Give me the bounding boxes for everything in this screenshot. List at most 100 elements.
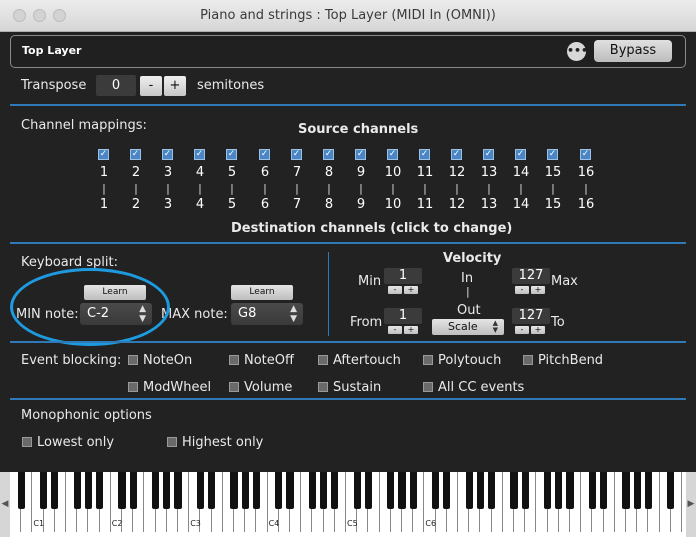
black-key[interactable] xyxy=(409,472,417,509)
black-key[interactable] xyxy=(387,472,395,509)
black-key[interactable] xyxy=(96,472,104,509)
black-key[interactable] xyxy=(40,472,48,509)
channel-checkbox[interactable]: ✓ xyxy=(355,149,366,160)
black-key[interactable] xyxy=(667,472,675,509)
velocity-min-value[interactable]: 1 xyxy=(384,268,422,284)
transpose-minus-button[interactable]: - xyxy=(140,76,162,96)
destination-channel-button[interactable]: 11 xyxy=(415,197,435,212)
black-key[interactable] xyxy=(174,472,182,509)
destination-channel-button[interactable]: 10 xyxy=(383,197,403,212)
velocity-to-minus[interactable]: - xyxy=(515,326,529,334)
velocity-from-minus[interactable]: - xyxy=(388,326,402,334)
black-key[interactable] xyxy=(600,472,608,509)
black-key[interactable] xyxy=(320,472,328,509)
block-checkbox[interactable] xyxy=(128,382,138,392)
black-key[interactable] xyxy=(51,472,59,509)
velocity-min-plus[interactable]: + xyxy=(404,286,418,294)
black-key[interactable] xyxy=(118,472,126,509)
channel-checkbox[interactable]: ✓ xyxy=(226,149,237,160)
destination-channel-button[interactable]: 9 xyxy=(351,197,371,212)
channel-checkbox[interactable]: ✓ xyxy=(130,149,141,160)
black-key[interactable] xyxy=(230,472,238,509)
velocity-mode-select[interactable]: Scale ▲ ▼ xyxy=(432,319,504,335)
block-checkbox[interactable] xyxy=(229,382,239,392)
destination-channel-button[interactable]: 1 xyxy=(94,197,114,212)
piano-keyboard[interactable]: C1 C2 C3 C4 C5 C6 xyxy=(0,472,696,537)
destination-channel-button[interactable]: 16 xyxy=(576,197,596,212)
channel-checkbox[interactable]: ✓ xyxy=(515,149,526,160)
block-checkbox[interactable] xyxy=(229,355,239,365)
channel-checkbox[interactable]: ✓ xyxy=(547,149,558,160)
black-key[interactable] xyxy=(163,472,171,509)
black-key[interactable] xyxy=(353,472,361,509)
channel-checkbox[interactable]: ✓ xyxy=(259,149,270,160)
velocity-max-plus[interactable]: + xyxy=(531,286,545,294)
block-checkbox[interactable] xyxy=(318,355,328,365)
black-key[interactable] xyxy=(398,472,406,509)
velocity-max-minus[interactable]: - xyxy=(515,286,529,294)
black-key[interactable] xyxy=(588,472,596,509)
black-key[interactable] xyxy=(286,472,294,509)
lowest-only-checkbox[interactable] xyxy=(22,437,32,447)
black-key[interactable] xyxy=(544,472,552,509)
block-checkbox[interactable] xyxy=(523,355,533,365)
black-key[interactable] xyxy=(331,472,339,509)
black-key[interactable] xyxy=(84,472,92,509)
channel-checkbox[interactable]: ✓ xyxy=(323,149,334,160)
black-key[interactable] xyxy=(510,472,518,509)
black-key[interactable] xyxy=(129,472,137,509)
black-key[interactable] xyxy=(152,472,160,509)
channel-checkbox[interactable]: ✓ xyxy=(419,149,430,160)
velocity-from-plus[interactable]: + xyxy=(404,326,418,334)
black-key[interactable] xyxy=(241,472,249,509)
destination-channel-button[interactable]: 12 xyxy=(447,197,467,212)
block-checkbox[interactable] xyxy=(318,382,328,392)
block-checkbox[interactable] xyxy=(423,355,433,365)
destination-channel-button[interactable]: 13 xyxy=(479,197,499,212)
highest-only-checkbox[interactable] xyxy=(167,437,177,447)
destination-channel-button[interactable]: 6 xyxy=(255,197,275,212)
transpose-plus-button[interactable]: + xyxy=(164,76,186,96)
black-key[interactable] xyxy=(488,472,496,509)
black-key[interactable] xyxy=(432,472,440,509)
black-key[interactable] xyxy=(364,472,372,509)
keyboard-scroll-left-icon[interactable]: ◀ xyxy=(0,472,10,537)
black-key[interactable] xyxy=(521,472,529,509)
velocity-from-value[interactable]: 1 xyxy=(384,308,422,324)
velocity-max-value[interactable]: 127 xyxy=(512,268,550,284)
channel-checkbox[interactable]: ✓ xyxy=(483,149,494,160)
black-key[interactable] xyxy=(622,472,630,509)
channel-checkbox[interactable]: ✓ xyxy=(387,149,398,160)
channel-checkbox[interactable]: ✓ xyxy=(291,149,302,160)
channel-checkbox[interactable]: ✓ xyxy=(98,149,109,160)
black-key[interactable] xyxy=(275,472,283,509)
black-key[interactable] xyxy=(252,472,260,509)
black-key[interactable] xyxy=(555,472,563,509)
destination-channel-button[interactable]: 3 xyxy=(158,197,178,212)
black-key[interactable] xyxy=(566,472,574,509)
destination-channel-button[interactable]: 7 xyxy=(287,197,307,212)
block-checkbox[interactable] xyxy=(128,355,138,365)
black-key[interactable] xyxy=(644,472,652,509)
channel-checkbox[interactable]: ✓ xyxy=(451,149,462,160)
keyboard-scroll-right-icon[interactable]: ▶ xyxy=(686,472,696,537)
destination-channel-button[interactable]: 15 xyxy=(543,197,563,212)
black-key[interactable] xyxy=(443,472,451,509)
channel-checkbox[interactable]: ✓ xyxy=(580,149,591,160)
velocity-to-plus[interactable]: + xyxy=(531,326,545,334)
black-key[interactable] xyxy=(196,472,204,509)
black-key[interactable] xyxy=(476,472,484,509)
max-learn-button[interactable]: Learn xyxy=(231,285,293,300)
black-key[interactable] xyxy=(465,472,473,509)
velocity-to-value[interactable]: 127 xyxy=(512,308,550,324)
max-note-select[interactable]: G8 ▲ ▼ xyxy=(231,303,303,325)
channel-checkbox[interactable]: ✓ xyxy=(162,149,173,160)
destination-channel-button[interactable]: 8 xyxy=(319,197,339,212)
destination-channel-button[interactable]: 2 xyxy=(126,197,146,212)
destination-channel-button[interactable]: 14 xyxy=(511,197,531,212)
destination-channel-button[interactable]: 4 xyxy=(190,197,210,212)
black-key[interactable] xyxy=(308,472,316,509)
black-key[interactable] xyxy=(17,472,25,509)
more-options-button[interactable]: ••• xyxy=(567,42,588,61)
velocity-min-minus[interactable]: - xyxy=(388,286,402,294)
